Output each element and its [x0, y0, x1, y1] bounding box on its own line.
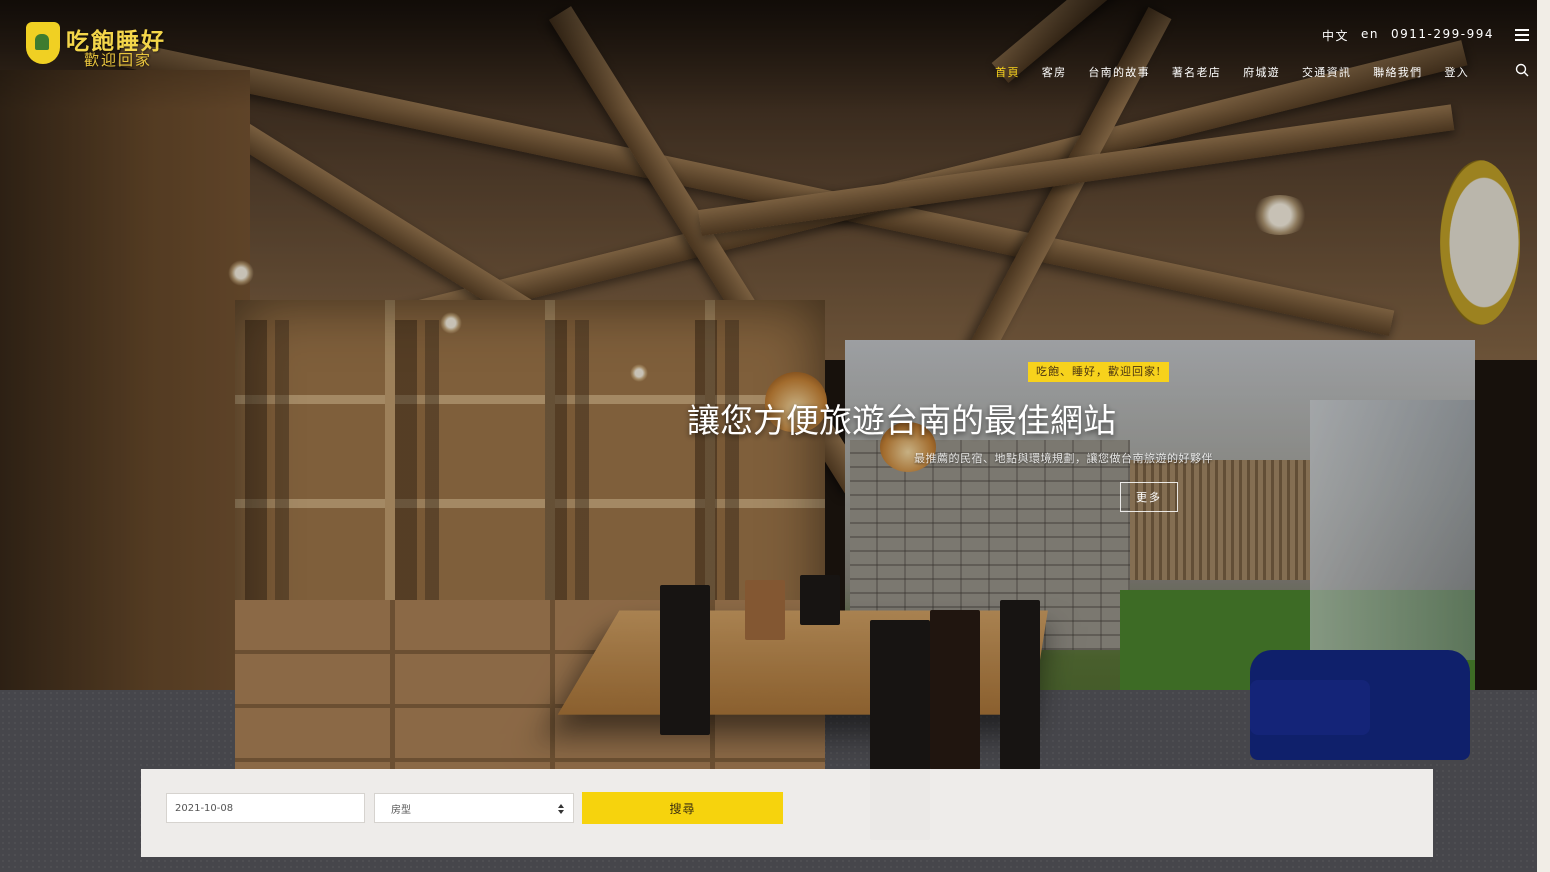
search-icon[interactable]	[1515, 63, 1529, 77]
phone-number[interactable]: 0911-299-994	[1391, 27, 1494, 44]
search-button[interactable]: 搜尋	[582, 792, 783, 824]
nav-item-home[interactable]: 首頁	[984, 64, 1031, 80]
nav-item-rooms[interactable]: 客房	[1031, 64, 1078, 80]
hamburger-menu-icon[interactable]	[1515, 29, 1529, 41]
date-input[interactable]	[166, 793, 365, 823]
nav-item-famous-shops[interactable]: 著名老店	[1161, 64, 1232, 80]
lang-zh-link[interactable]: 中文	[1322, 27, 1349, 44]
room-type-selected: 房型	[391, 804, 411, 816]
hero-badge: 吃飽、睡好，歡迎回家!	[1028, 362, 1170, 382]
more-button[interactable]: 更多	[1120, 482, 1178, 512]
logo-house-icon	[26, 22, 60, 64]
room-type-select[interactable]: 房型	[374, 793, 574, 823]
hero-title: 讓您方便旅遊台南的最佳網站	[687, 401, 1116, 440]
booking-bar: 房型 搜尋	[141, 769, 1433, 857]
logo-subtitle: 歡迎回家	[84, 51, 153, 69]
nav-item-city-tour[interactable]: 府城遊	[1232, 64, 1291, 80]
nav-item-contact[interactable]: 聯絡我們	[1362, 64, 1433, 80]
main-nav: 首頁 客房 台南的故事 著名老店 府城遊 交通資訊 聯絡我們 登入	[984, 64, 1480, 80]
top-bar: 中文 en 0911-299-994	[1322, 27, 1494, 44]
site-logo[interactable]: 吃飽睡好 歡迎回家	[26, 22, 186, 70]
select-arrows-icon	[558, 804, 564, 814]
nav-item-transport[interactable]: 交通資訊	[1291, 64, 1362, 80]
lang-en-link[interactable]: en	[1361, 27, 1379, 44]
nav-item-login[interactable]: 登入	[1433, 64, 1480, 80]
hero-subtitle: 最推薦的民宿、地點與環境規劃，讓您做台南旅遊的好夥伴	[914, 452, 1213, 465]
nav-item-tainan-story[interactable]: 台南的故事	[1077, 64, 1161, 80]
